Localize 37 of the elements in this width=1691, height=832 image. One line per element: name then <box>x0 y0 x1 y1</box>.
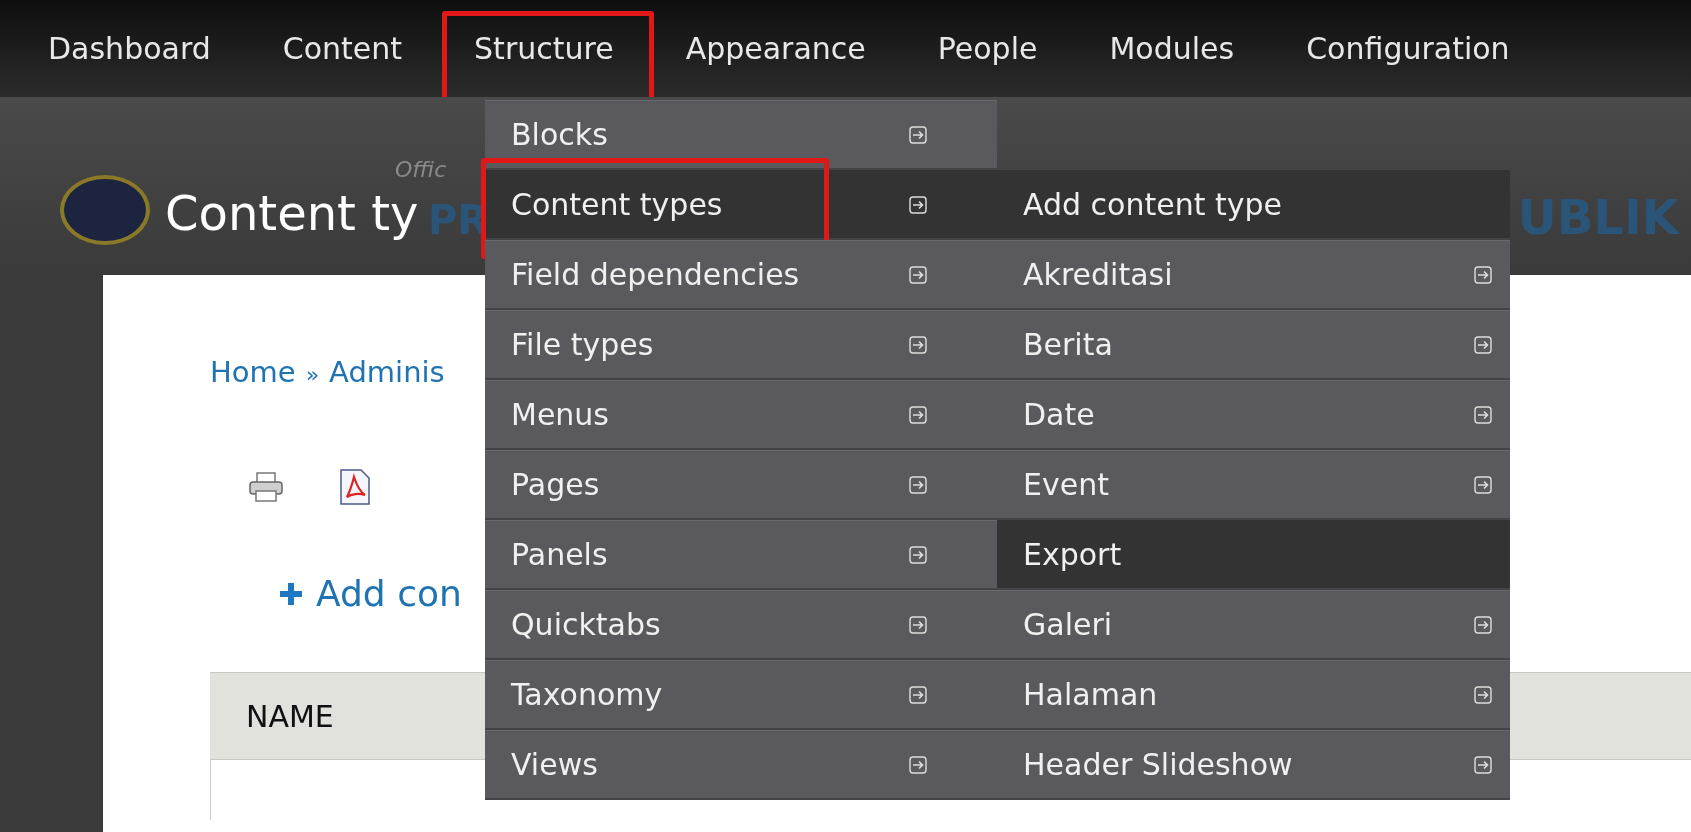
site-tagline: Offic <box>395 157 447 182</box>
menu-item[interactable]: Akreditasi <box>997 240 1510 310</box>
breadcrumb-link[interactable]: Home <box>210 355 296 389</box>
nav-item[interactable]: People <box>901 5 1074 92</box>
nav-item[interactable]: Configuration <box>1270 5 1546 92</box>
plus-icon <box>280 582 302 605</box>
menu-item[interactable]: Quicktabs <box>485 590 997 660</box>
menu-item[interactable]: Content types <box>485 170 997 240</box>
menu-item[interactable]: Pages <box>485 450 997 520</box>
menu-item[interactable]: Date <box>997 380 1510 450</box>
site-name: UBLIK <box>1517 189 1679 245</box>
nav-item[interactable]: Appearance <box>649 5 902 92</box>
printer-icon[interactable] <box>248 471 284 503</box>
menu-item[interactable]: Menus <box>485 380 997 450</box>
menu-item[interactable]: Halaman <box>997 660 1510 730</box>
menu-item[interactable]: File types <box>485 310 997 380</box>
menu-item[interactable]: Add content type <box>997 170 1510 240</box>
page-title: Content ty <box>165 185 419 241</box>
breadcrumb-separator: » <box>305 362 320 387</box>
nav-item[interactable]: Modules <box>1073 5 1271 92</box>
menu-item[interactable]: Panels <box>485 520 997 590</box>
menu-item[interactable]: Taxonomy <box>485 660 997 730</box>
menu-item[interactable]: Berita <box>997 310 1510 380</box>
add-content-type-link[interactable]: Add con <box>316 573 462 614</box>
nav-item[interactable]: Structure <box>438 5 650 92</box>
breadcrumb-link[interactable]: Adminis <box>329 355 445 389</box>
menu-item[interactable]: Export <box>997 520 1510 590</box>
menu-item[interactable]: Views <box>485 730 997 800</box>
menu-item[interactable]: Header Slideshow <box>997 730 1510 800</box>
nav-item[interactable]: Content <box>246 5 439 92</box>
menu-item[interactable]: Event <box>997 450 1510 520</box>
pdf-icon[interactable] <box>339 469 371 505</box>
nav-item[interactable]: Dashboard <box>12 5 247 92</box>
menu-item[interactable]: Galeri <box>997 590 1510 660</box>
menu-item[interactable]: Field dependencies <box>485 240 997 310</box>
column-header: NAME <box>246 698 334 734</box>
menu-item[interactable]: Blocks <box>485 100 997 170</box>
